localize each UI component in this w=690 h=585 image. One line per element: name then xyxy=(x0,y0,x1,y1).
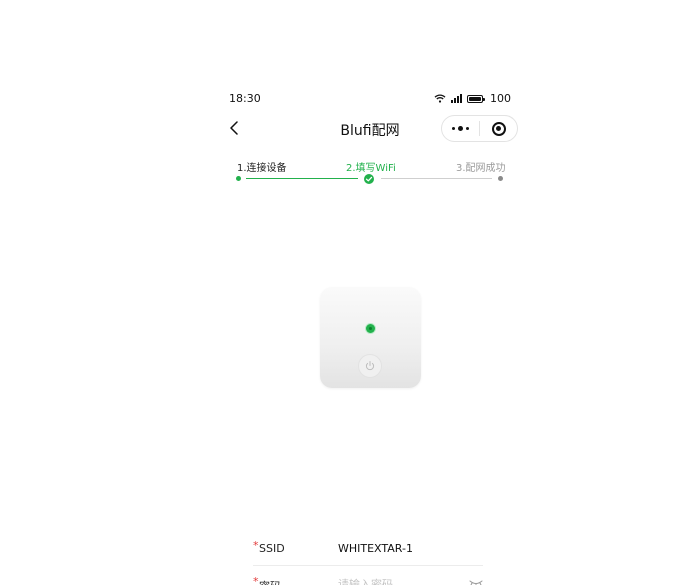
status-indicators: 100 xyxy=(434,92,511,105)
step-track-pending xyxy=(381,178,492,179)
device-status-led xyxy=(366,324,375,333)
device-power-button xyxy=(358,354,382,378)
step-dot-pending xyxy=(498,176,503,181)
step-fill-wifi: 2.填写WiFi xyxy=(346,163,396,174)
ssid-value[interactable]: WHITEXTAR-1 xyxy=(338,542,413,555)
status-time: 18:30 xyxy=(229,92,261,105)
device-illustration xyxy=(320,287,421,388)
close-target-icon xyxy=(491,121,506,136)
close-button[interactable] xyxy=(480,116,517,141)
power-icon xyxy=(365,361,375,371)
more-dots-icon xyxy=(452,126,469,131)
battery-icon xyxy=(467,94,485,103)
required-mark: * xyxy=(253,575,259,585)
password-label: 密码 xyxy=(259,578,281,585)
battery-level: 100 xyxy=(490,92,511,105)
password-input[interactable] xyxy=(338,575,458,585)
eye-closed-icon[interactable] xyxy=(469,578,483,585)
signal-icon xyxy=(451,94,462,103)
mini-program-capsule xyxy=(441,115,518,142)
required-mark: * xyxy=(253,539,259,552)
ssid-row[interactable]: * SSID WHITEXTAR-1 xyxy=(253,530,483,566)
ssid-label: SSID xyxy=(259,542,285,555)
step-dot-current xyxy=(364,174,374,184)
phone-screen: 18:30 100 Blufi配网 1.连接设备 2.填写WiFi 3.配网成功 xyxy=(215,80,525,585)
password-row: * 密码 xyxy=(253,566,483,585)
check-icon xyxy=(365,176,373,182)
step-dot-done xyxy=(236,176,241,181)
step-track-done xyxy=(246,178,358,179)
more-button[interactable] xyxy=(442,116,479,141)
step-connect-device: 1.连接设备 xyxy=(237,163,287,174)
wifi-icon xyxy=(434,94,446,103)
step-success: 3.配网成功 xyxy=(456,163,506,174)
